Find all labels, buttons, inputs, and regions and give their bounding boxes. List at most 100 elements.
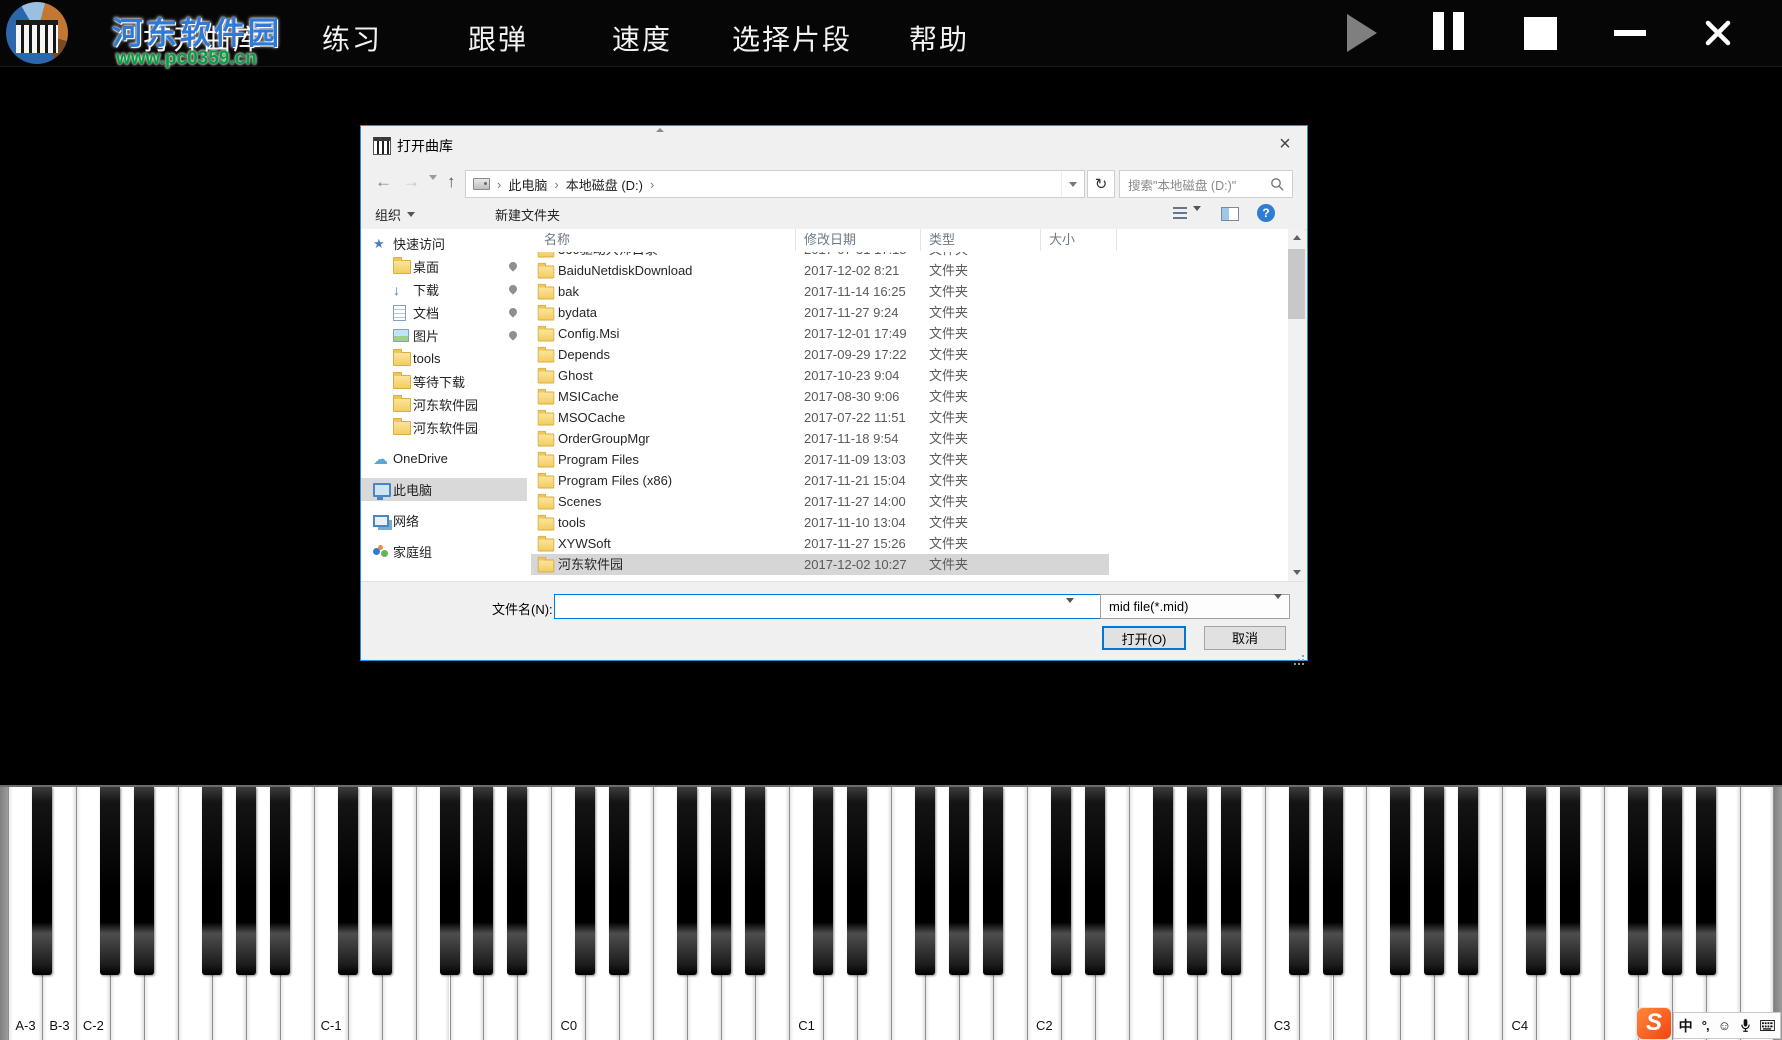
menu-item-2[interactable]: 练习 xyxy=(322,18,382,58)
ime-emoji-icon[interactable]: ☺ xyxy=(1718,1018,1731,1033)
column-header-类型[interactable]: 类型 xyxy=(921,229,1041,251)
file-row[interactable]: Program Files (x86)2017-11-21 15:04文件夹 xyxy=(531,470,1109,491)
menu-item-3[interactable]: 跟弹 xyxy=(468,18,528,58)
sidebar-item-图片[interactable]: 图片 xyxy=(361,324,527,347)
piano-black-key-12[interactable] xyxy=(440,787,460,975)
sidebar-item-网络[interactable]: 网络 xyxy=(361,509,527,532)
resize-grip[interactable] xyxy=(1302,655,1304,657)
menu-item-4[interactable]: 速度 xyxy=(612,18,672,58)
piano-black-key-3[interactable] xyxy=(134,787,154,975)
refresh-icon[interactable]: ↻ xyxy=(1087,170,1115,198)
file-row[interactable]: Scenes2017-11-27 14:00文件夹 xyxy=(531,491,1109,512)
menu-item-6[interactable]: 帮助 xyxy=(909,18,969,58)
piano-black-key-47[interactable] xyxy=(1628,787,1648,975)
list-view-icon[interactable] xyxy=(1173,207,1187,219)
piano-black-key-31[interactable] xyxy=(1085,787,1105,975)
scrollbar-thumb[interactable] xyxy=(1288,249,1305,319)
piano-black-key-28[interactable] xyxy=(983,787,1003,975)
piano-black-key-38[interactable] xyxy=(1323,787,1343,975)
sidebar-item-OneDrive[interactable]: OneDrive xyxy=(361,447,527,470)
piano-black-key-48[interactable] xyxy=(1662,787,1682,975)
list-scrollbar[interactable] xyxy=(1288,229,1305,581)
sidebar-item-等待下载[interactable]: 等待下载 xyxy=(361,370,527,393)
search-icon[interactable] xyxy=(1270,177,1285,192)
file-row[interactable]: XYWSoft2017-11-27 15:26文件夹 xyxy=(531,533,1109,554)
file-row[interactable]: 河东软件园2017-12-02 10:27文件夹 xyxy=(531,554,1109,575)
piano-black-key-0[interactable] xyxy=(32,787,52,975)
piano-black-key-9[interactable] xyxy=(338,787,358,975)
file-row[interactable]: bak2017-11-14 16:25文件夹 xyxy=(531,281,1109,302)
search-box[interactable]: 搜索"本地磁盘 (D:)" xyxy=(1119,170,1293,198)
file-row[interactable]: BaiduNetdiskDownload2017-12-02 8:21文件夹 xyxy=(531,260,1109,281)
piano-black-key-44[interactable] xyxy=(1526,787,1546,975)
help-icon[interactable]: ? xyxy=(1257,204,1275,222)
piano-black-key-49[interactable] xyxy=(1696,787,1716,975)
file-row[interactable]: Ghost2017-10-23 9:04文件夹 xyxy=(531,365,1109,386)
filename-dropdown-icon[interactable] xyxy=(1066,603,1074,618)
view-options-dropdown-icon[interactable] xyxy=(1193,211,1201,226)
open-button[interactable]: 打开(O) xyxy=(1102,626,1186,650)
piano-black-key-27[interactable] xyxy=(949,787,969,975)
piano-black-key-24[interactable] xyxy=(847,787,867,975)
dialog-title-bar[interactable]: 打开曲库 × xyxy=(361,126,1307,164)
sidebar-item-文档[interactable]: 文档 xyxy=(361,301,527,324)
piano-black-key-30[interactable] xyxy=(1051,787,1071,975)
play-button[interactable] xyxy=(1338,8,1386,58)
back-icon[interactable]: ← xyxy=(375,170,392,194)
minimize-button[interactable] xyxy=(1606,8,1654,58)
scroll-up-icon[interactable] xyxy=(1288,229,1305,246)
organize-button[interactable]: 组织 xyxy=(375,205,415,224)
piano-black-key-10[interactable] xyxy=(372,787,392,975)
file-row[interactable]: bydata2017-11-27 9:24文件夹 xyxy=(531,302,1109,323)
piano-black-key-41[interactable] xyxy=(1424,787,1444,975)
piano-black-key-26[interactable] xyxy=(915,787,935,975)
piano-black-key-16[interactable] xyxy=(575,787,595,975)
sidebar-item-桌面[interactable]: 桌面 xyxy=(361,255,527,278)
piano-black-key-5[interactable] xyxy=(202,787,222,975)
scroll-down-icon[interactable] xyxy=(1288,564,1305,581)
ime-punctuation-toggle[interactable]: °, xyxy=(1702,1018,1709,1033)
pause-button[interactable] xyxy=(1424,8,1472,58)
piano-white-key-51[interactable] xyxy=(1740,787,1774,1040)
piano-black-key-45[interactable] xyxy=(1560,787,1580,975)
piano-black-key-17[interactable] xyxy=(609,787,629,975)
sidebar-item-下载[interactable]: 下载 xyxy=(361,278,527,301)
file-row[interactable]: OrderGroupMgr2017-11-18 9:54文件夹 xyxy=(531,428,1109,449)
file-row[interactable]: MSICache2017-08-30 9:06文件夹 xyxy=(531,386,1109,407)
file-row[interactable]: Config.Msi2017-12-01 17:49文件夹 xyxy=(531,323,1109,344)
piano-black-key-7[interactable] xyxy=(270,787,290,975)
piano-black-key-37[interactable] xyxy=(1289,787,1309,975)
sogou-logo-icon[interactable]: S xyxy=(1637,1008,1671,1039)
piano-black-key-13[interactable] xyxy=(473,787,493,975)
sidebar-item-此电脑[interactable]: 此电脑 xyxy=(361,478,527,501)
cancel-button[interactable]: 取消 xyxy=(1204,626,1286,650)
piano-black-key-40[interactable] xyxy=(1390,787,1410,975)
piano-black-key-20[interactable] xyxy=(711,787,731,975)
piano-black-key-2[interactable] xyxy=(100,787,120,975)
column-header-修改日期[interactable]: 修改日期 xyxy=(796,229,921,251)
piano-black-key-23[interactable] xyxy=(813,787,833,975)
piano-black-key-35[interactable] xyxy=(1221,787,1241,975)
address-dropdown-icon[interactable] xyxy=(1061,171,1084,197)
breadcrumb-segment-1[interactable]: 此电脑 xyxy=(508,175,547,194)
file-row[interactable]: 360驱动大师目录2017-07-31 17:15文件夹 xyxy=(531,252,1109,260)
close-button[interactable] xyxy=(1694,8,1742,58)
dialog-close-icon[interactable]: × xyxy=(1271,131,1299,157)
file-row[interactable]: Depends2017-09-29 17:22文件夹 xyxy=(531,344,1109,365)
file-row[interactable]: tools2017-11-10 13:04文件夹 xyxy=(531,512,1109,533)
preview-pane-icon[interactable] xyxy=(1221,207,1239,221)
file-row[interactable]: MSOCache2017-07-22 11:51文件夹 xyxy=(531,407,1109,428)
sidebar-item-tools[interactable]: tools xyxy=(361,347,527,370)
forward-icon[interactable]: → xyxy=(403,170,420,194)
piano-black-key-34[interactable] xyxy=(1187,787,1207,975)
column-header-名称[interactable]: 名称 xyxy=(531,229,796,251)
piano-black-key-19[interactable] xyxy=(677,787,697,975)
sidebar-item-河东软件园[interactable]: 河东软件园 xyxy=(361,393,527,416)
address-bar[interactable]: ›此电脑›本地磁盘 (D:)› xyxy=(465,170,1085,198)
piano-black-key-6[interactable] xyxy=(236,787,256,975)
new-folder-button[interactable]: 新建文件夹 xyxy=(495,205,560,224)
piano-black-key-42[interactable] xyxy=(1458,787,1478,975)
file-row[interactable]: Program Files2017-11-09 13:03文件夹 xyxy=(531,449,1109,470)
piano-black-key-14[interactable] xyxy=(507,787,527,975)
sidebar-item-快速访问[interactable]: 快速访问 xyxy=(361,232,527,255)
